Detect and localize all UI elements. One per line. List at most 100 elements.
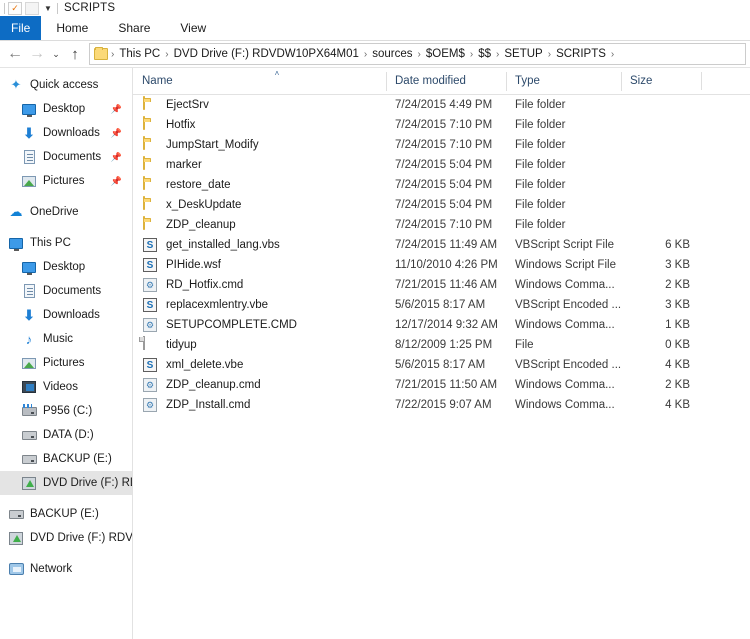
- column-header-size[interactable]: Size: [621, 68, 701, 95]
- table-row[interactable]: x_DeskUpdate 7/24/2015 5:04 PM File folder: [133, 195, 750, 215]
- table-row[interactable]: S PIHide.wsf 11/10/2010 4:26 PM Windows Scr…: [133, 255, 750, 275]
- tab-file[interactable]: File: [0, 16, 42, 40]
- breadcrumb-item-scripts[interactable]: SCRIPTS: [552, 48, 610, 60]
- tab-home[interactable]: Home: [41, 16, 103, 40]
- sidebar-item-documents[interactable]: Documents 📌: [0, 145, 132, 169]
- file-name-label: tidyup: [166, 339, 197, 351]
- column-header-type[interactable]: Type: [506, 68, 621, 95]
- table-row[interactable]: ⚙ SETUPCOMPLETE.CMD 12/17/2014 9:32 AM Wind…: [133, 315, 750, 335]
- sidebar-item-backup-e[interactable]: BACKUP (E:): [0, 502, 132, 526]
- breadcrumb-item-this-pc[interactable]: This PC: [115, 48, 164, 60]
- cell-type: Windows Comma...: [515, 319, 615, 331]
- table-row[interactable]: EjectSrv 7/24/2015 4:49 PM File folder: [133, 95, 750, 115]
- cell-name: Hotfix: [133, 115, 386, 135]
- sidebar-item-downloads[interactable]: ⬇ Downloads 📌: [0, 121, 132, 145]
- tab-view[interactable]: View: [165, 16, 221, 40]
- sidebar-item-desktop[interactable]: Desktop 📌: [0, 97, 132, 121]
- back-arrow-icon[interactable]: ←: [4, 43, 26, 65]
- table-row[interactable]: Sget_installed_lang.vbs 7/24/2015 11:49 A…: [133, 235, 750, 255]
- chevron-down-icon[interactable]: ⌄: [48, 43, 64, 65]
- breadcrumb-item-sources[interactable]: sources: [368, 48, 416, 60]
- sidebar-item-label: Downloads: [43, 309, 100, 321]
- cell-date-modified: 7/22/2015 9:07 AM: [395, 399, 492, 411]
- column-header-date-modified[interactable]: Date modified: [386, 68, 506, 95]
- sidebar-item-videos[interactable]: Videos: [0, 375, 132, 399]
- pin-icon[interactable]: 📌: [111, 176, 122, 187]
- cell-date-modified: 5/6/2015 8:17 AM: [395, 299, 486, 311]
- sidebar-item-label: This PC: [30, 237, 71, 249]
- address-bar: ← → ⌄ ↑ › This PC › DVD Drive (F:) RDVDW…: [0, 41, 750, 68]
- cell-size: 6 KB: [665, 239, 690, 251]
- breadcrumb-item-oem[interactable]: $OEM$: [422, 48, 469, 60]
- sidebar-item-music[interactable]: ♪ Music: [0, 327, 132, 351]
- file-name-label: restore_date: [166, 179, 231, 191]
- table-row[interactable]: marker 7/24/2015 5:04 PM File folder: [133, 155, 750, 175]
- video-icon: [21, 379, 37, 395]
- breadcrumb[interactable]: › This PC › DVD Drive (F:) RDVDW10PX64M0…: [89, 43, 746, 65]
- table-row[interactable]: JumpStart_Modify 7/24/2015 7:10 PM File fo…: [133, 135, 750, 155]
- sidebar-item-downloads[interactable]: ⬇ Downloads: [0, 303, 132, 327]
- cell-name: Sreplacexmlentry.vbe: [133, 295, 386, 315]
- sidebar-item-backup-e[interactable]: BACKUP (E:): [0, 447, 132, 471]
- sort-ascending-icon: ˄: [274, 68, 280, 78]
- table-row[interactable]: Sxml_delete.vbe 5/6/2015 8:17 AM VBScript …: [133, 355, 750, 375]
- breadcrumb-item-setup[interactable]: SETUP: [500, 48, 546, 60]
- sidebar-item-label: BACKUP (E:): [30, 508, 99, 520]
- star-pin-icon: ✦: [10, 77, 22, 92]
- table-row[interactable]: ZDP_cleanup 7/24/2015 7:10 PM File folder: [133, 215, 750, 235]
- document-icon: [21, 149, 37, 165]
- sidebar-item-quick-access[interactable]: ✦ Quick access: [0, 73, 132, 97]
- folder-icon: [143, 216, 159, 233]
- cell-size: [621, 135, 701, 155]
- folder-icon: [143, 196, 159, 213]
- table-row[interactable]: Sreplacexmlentry.vbe 5/6/2015 8:17 AM VBSc…: [133, 295, 750, 315]
- table-row[interactable]: Hotfix 7/24/2015 7:10 PM File folder: [133, 115, 750, 135]
- table-row[interactable]: restore_date 7/24/2015 5:04 PM File folder: [133, 175, 750, 195]
- sidebar-item-onedrive[interactable]: ☁ OneDrive: [0, 200, 132, 224]
- table-row[interactable]: ⚙ RD_Hotfix.cmd 7/21/2015 11:46 AM Windows …: [133, 275, 750, 295]
- cell-size: 2 KB: [665, 379, 690, 391]
- sidebar-item-label: Documents: [43, 151, 102, 163]
- table-row[interactable]: ⚙ ZDP_cleanup.cmd 7/21/2015 11:50 AM Window…: [133, 375, 750, 395]
- sidebar-item-p956-c[interactable]: P956 (C:): [0, 399, 132, 423]
- cell-size: 3 KB: [665, 299, 690, 311]
- pin-icon[interactable]: 📌: [111, 104, 122, 115]
- cell-date-modified: 12/17/2014 9:32 AM: [395, 319, 498, 331]
- up-arrow-icon[interactable]: ↑: [64, 43, 86, 65]
- tab-share[interactable]: Share: [103, 16, 165, 40]
- sidebar-item-dvd-drive-f-rdvdw[interactable]: DVD Drive (F:) RDVDW: [0, 526, 132, 550]
- forward-arrow-icon[interactable]: →: [26, 43, 48, 65]
- ribbon-tab-bar: File Home Share View: [0, 16, 750, 41]
- sidebar-item-pictures[interactable]: Pictures 📌: [0, 169, 132, 193]
- sidebar-item-desktop[interactable]: Desktop: [0, 255, 132, 279]
- folder-icon: [143, 176, 159, 193]
- sidebar-item-network[interactable]: Network: [0, 557, 132, 581]
- pin-icon[interactable]: 📌: [111, 152, 122, 163]
- sidebar-item-label: OneDrive: [30, 206, 79, 218]
- file-name-label: ZDP_cleanup: [166, 219, 236, 231]
- monitor-icon: [21, 259, 37, 275]
- breadcrumb-item-dollar[interactable]: $$: [474, 48, 495, 60]
- cell-name: Sget_installed_lang.vbs: [133, 235, 386, 255]
- table-row[interactable]: ⚙ ZDP_Install.cmd 7/22/2015 9:07 AM Windows…: [133, 395, 750, 415]
- breadcrumb-item-dvd-drive[interactable]: DVD Drive (F:) RDVDW10PX64M01: [170, 48, 363, 60]
- sidebar-item-data-d[interactable]: DATA (D:): [0, 423, 132, 447]
- column-header-name[interactable]: Name ˄: [133, 68, 386, 95]
- folder-icon: [143, 116, 159, 133]
- main-area: ✦ Quick access Desktop 📌 ⬇ Downloads 📌 Document…: [0, 68, 750, 639]
- cell-type: File folder: [515, 219, 566, 231]
- cell-size: 3 KB: [665, 259, 690, 271]
- sidebar-item-pictures[interactable]: Pictures: [0, 351, 132, 375]
- sidebar-item-label: Pictures: [43, 175, 85, 187]
- table-row[interactable]: tidyup 8/12/2009 1:25 PM File 0 KB: [133, 335, 750, 355]
- sidebar-item-documents[interactable]: Documents: [0, 279, 132, 303]
- breadcrumb-separator: ›: [610, 48, 615, 60]
- properties-icon[interactable]: ✓: [8, 1, 22, 15]
- sidebar-item-this-pc[interactable]: This PC: [0, 231, 132, 255]
- sidebar-item-label: Videos: [43, 381, 78, 393]
- pin-icon[interactable]: 📌: [111, 128, 122, 139]
- music-note-icon: ♪: [25, 331, 33, 347]
- customize-qat-chevron-icon[interactable]: ▼: [42, 2, 54, 15]
- new-folder-icon[interactable]: [25, 1, 39, 15]
- sidebar-item-dvd-drive-f-rdvd[interactable]: DVD Drive (F:) RDVD: [0, 471, 132, 495]
